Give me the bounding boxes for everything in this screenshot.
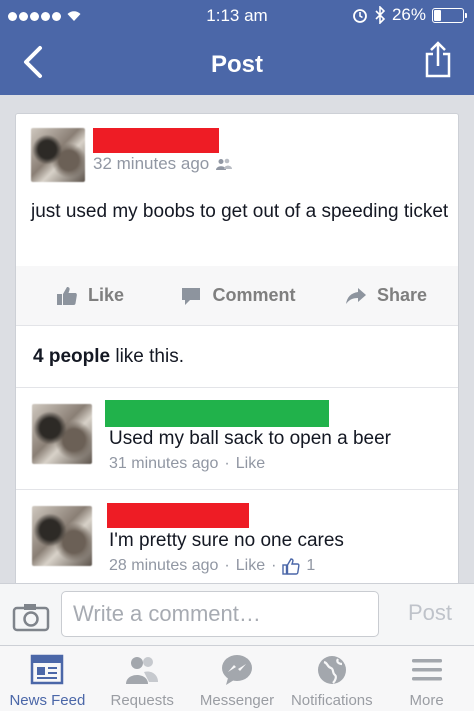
comment-time: 28 minutes ago — [109, 557, 219, 574]
globe-icon — [317, 656, 346, 684]
commenter-avatar[interactable] — [32, 506, 92, 566]
post-timestamp: 32 minutes ago — [93, 154, 210, 173]
comment-meta: 28 minutes ago · Like · 1 — [109, 557, 316, 575]
requests-icon — [126, 657, 159, 684]
likes-summary[interactable]: 4 people like this. — [33, 346, 184, 368]
comment-bubble-icon — [182, 287, 201, 305]
comment-item: I'm pretty sure no one cares 28 minutes … — [16, 490, 458, 583]
likes-count: 4 people — [33, 346, 111, 367]
comment-button[interactable]: Comment — [164, 285, 312, 306]
top-bar: 1:13 am 26% Post — [0, 0, 474, 95]
messenger-icon — [221, 655, 252, 685]
navigation-bar: Post — [0, 32, 474, 95]
news-feed-icon — [31, 654, 64, 685]
author-avatar[interactable] — [31, 128, 85, 182]
redacted-commenter-name — [107, 503, 249, 528]
thumbs-up-outline-icon — [282, 557, 300, 575]
comment-like-link[interactable]: Like — [236, 455, 265, 473]
redacted-author-name — [93, 128, 219, 153]
tab-news-feed[interactable]: News Feed — [0, 646, 95, 711]
comment-like-link[interactable]: Like — [236, 557, 265, 575]
likes-suffix: like this. — [115, 346, 184, 367]
tab-more[interactable]: More — [379, 646, 474, 711]
comment-compose-bar: Post — [0, 583, 474, 646]
post-actions: Like Comment Share — [16, 266, 458, 325]
status-bar: 1:13 am 26% — [0, 0, 474, 32]
comment-time: 31 minutes ago — [109, 455, 219, 472]
page-title: Post — [210, 51, 263, 78]
post-text: just used my boobs to get out of a speed… — [31, 201, 449, 222]
post-comment-button[interactable]: Post — [408, 600, 452, 626]
share-arrow-icon — [345, 287, 366, 304]
tab-notifications[interactable]: Notifications — [284, 646, 379, 711]
share-button[interactable]: Share — [312, 285, 458, 306]
battery-percent: 26% — [391, 5, 426, 24]
menu-icon — [411, 659, 442, 681]
redacted-commenter-name — [105, 400, 329, 427]
comment-text: Used my ball sack to open a beer — [109, 428, 391, 449]
bluetooth-icon — [375, 6, 386, 24]
thumbs-up-icon — [56, 286, 77, 305]
commenter-avatar[interactable] — [32, 404, 92, 464]
camera-icon[interactable] — [12, 602, 50, 632]
comment-input[interactable] — [61, 591, 379, 637]
post-card: 32 minutes ago just used my boobs to get… — [15, 113, 459, 583]
tab-requests[interactable]: Requests — [95, 646, 190, 711]
comment-like-count: 1 — [306, 557, 316, 574]
comment-item: Used my ball sack to open a beer 31 minu… — [16, 388, 458, 488]
share-icon[interactable] — [424, 40, 452, 78]
alarm-icon — [353, 9, 367, 23]
comment-text: I'm pretty sure no one cares — [109, 530, 344, 551]
tab-messenger[interactable]: Messenger — [190, 646, 285, 711]
battery-icon — [432, 7, 467, 23]
tab-bar: News Feed Requests Messenger Notificatio… — [0, 646, 474, 711]
like-button[interactable]: Like — [16, 285, 164, 306]
comment-meta: 31 minutes ago · Like — [109, 455, 266, 473]
post-meta: 32 minutes ago — [93, 154, 233, 174]
friends-audience-icon — [216, 158, 233, 170]
